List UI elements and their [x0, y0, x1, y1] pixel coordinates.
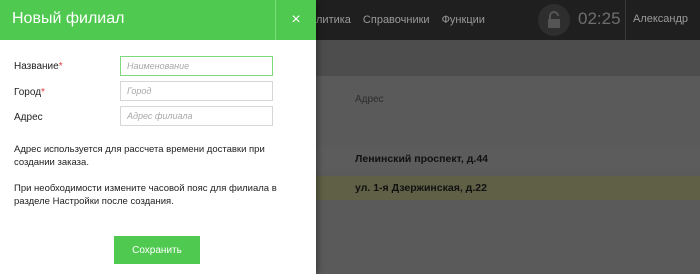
save-button[interactable]: Сохранить — [114, 236, 200, 264]
name-label: Название* — [14, 61, 63, 72]
modal-title: Новый филиал — [12, 10, 125, 27]
clock: 02:25 — [578, 9, 621, 28]
user-name[interactable]: Александр — [633, 13, 688, 25]
row-address: Ленинский проспект, д.44 — [355, 153, 489, 165]
timezone-info-text: При необходимости измените часовой пояс … — [14, 183, 277, 207]
address-info-text: Адрес используется для рассчета времени … — [14, 144, 265, 168]
column-header-address: Адрес — [355, 94, 384, 105]
modal-header: Новый филиал × — [0, 0, 316, 40]
city-input[interactable] — [120, 81, 273, 101]
required-mark: * — [58, 61, 63, 72]
nav-analytics[interactable]: литика — [316, 14, 351, 26]
new-branch-modal: Новый филиал × Название* Город* Адрес Ад… — [0, 0, 316, 274]
city-label: Город* — [14, 87, 45, 98]
required-mark: * — [41, 87, 45, 98]
lock-icon[interactable] — [538, 4, 570, 36]
name-input[interactable] — [120, 56, 273, 76]
nav-functions[interactable]: Функции — [442, 14, 485, 26]
address-input[interactable] — [120, 106, 273, 126]
nav-directories[interactable]: Справочники — [363, 14, 430, 26]
close-button[interactable]: × — [276, 0, 316, 40]
city-label-text: Город — [14, 87, 42, 98]
address-label: Адрес — [14, 112, 43, 123]
address-label-text: Адрес — [14, 112, 43, 123]
close-icon: × — [291, 11, 301, 28]
name-label-text: Название — [14, 61, 59, 72]
row-address: ул. 1-я Дзержинская, д.22 — [355, 182, 487, 194]
top-bar-divider — [625, 0, 626, 40]
top-nav: литика Справочники Функции — [316, 0, 497, 40]
